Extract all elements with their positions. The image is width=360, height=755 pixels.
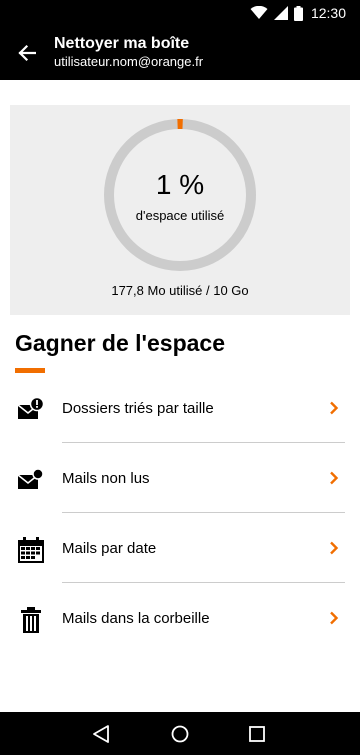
menu-item-label: Dossiers triés par taille: [62, 400, 214, 417]
back-button[interactable]: [14, 40, 40, 66]
menu-item-label: Mails non lus: [62, 470, 150, 487]
mail-unread-icon: [17, 468, 44, 489]
menu-item-trash-mails[interactable]: Mails dans la corbeille: [0, 583, 360, 653]
mail-alert-icon: [17, 396, 45, 419]
account-email: utilisateur.nom@orange.fr: [54, 54, 204, 69]
chevron-right-icon: [330, 401, 339, 415]
trash-icon: [21, 607, 41, 633]
page-title: Nettoyer ma boîte: [54, 35, 190, 52]
menu-item-mails-by-date[interactable]: Mails par date: [0, 513, 360, 583]
back-triangle-icon[interactable]: [90, 723, 112, 745]
arrow-left-icon: [18, 44, 36, 62]
battery-icon: [293, 5, 303, 21]
status-icons: 12:30: [250, 5, 346, 21]
menu-item-unread-mails[interactable]: Mails non lus: [0, 443, 360, 513]
wifi-icon: [250, 6, 268, 19]
recents-square-icon[interactable]: [246, 723, 268, 745]
chevron-right-icon: [330, 471, 339, 485]
home-circle-icon[interactable]: [169, 723, 191, 745]
menu-item-label: Mails dans la corbeille: [62, 610, 210, 627]
chevron-right-icon: [330, 541, 339, 555]
usage-percent: 1 %: [155, 169, 205, 200]
menu-item-folders-by-size[interactable]: Dossiers triés par taille: [0, 373, 360, 443]
usage-detail: 177,8 Mo utilisé / 10 Go: [111, 283, 249, 298]
calendar-icon: [18, 537, 44, 563]
section-title: Gagner de l'espace: [15, 330, 226, 356]
status-bar: 12:30: [0, 0, 360, 28]
usage-caption: d'espace utilisé: [135, 208, 225, 223]
menu-item-label: Mails par date: [62, 540, 157, 557]
cleanup-options-list: Dossiers triés par taille Mails non lus: [0, 373, 360, 653]
chevron-right-icon: [330, 611, 339, 625]
signal-icon: [273, 6, 288, 20]
status-time: 12:30: [310, 5, 346, 21]
app-bar: Nettoyer ma boîte utilisateur.nom@orange…: [0, 28, 360, 80]
storage-usage-card: 1 % d'espace utilisé 177,8 Mo utilisé / …: [10, 105, 350, 315]
system-nav-bar: [0, 712, 360, 755]
